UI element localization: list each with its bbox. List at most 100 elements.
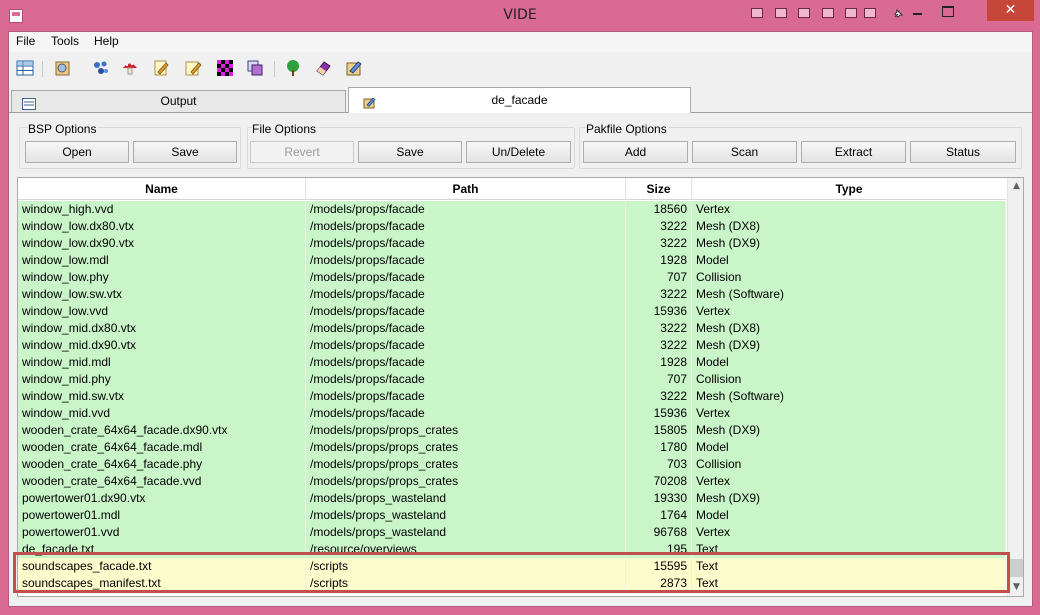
caption-extra-button-2[interactable] — [775, 8, 787, 18]
cell-name: de_facade.txt — [18, 541, 306, 558]
file-options-label: File Options — [252, 122, 319, 136]
file-save-button[interactable]: Save — [358, 141, 462, 163]
table-row[interactable]: soundscapes_manifest.txt/scripts 2873 Text — [18, 575, 1006, 592]
maximize-button[interactable] — [934, 0, 961, 22]
vertical-scrollbar[interactable]: ▲ ▼ — [1007, 178, 1023, 596]
table-row[interactable]: window_low.phy/models/props/facade 707 Col… — [18, 269, 1006, 286]
cell-path: /models/props/facade — [306, 337, 626, 354]
table-row[interactable]: window_low.sw.vtx/models/props/facade 322… — [18, 286, 1006, 303]
table-row[interactable]: wooden_crate_64x64_facade.vvd/models/pro… — [18, 473, 1006, 490]
table-row[interactable]: window_low.dx80.vtx/models/props/facade 3… — [18, 218, 1006, 235]
tab-de-facade-label: de_facade — [491, 93, 548, 107]
table-row[interactable]: window_mid.mdl/models/props/facade 1928 Mo… — [18, 354, 1006, 371]
cell-name: window_mid.dx80.vtx — [18, 320, 306, 337]
table-row[interactable]: powertower01.mdl/models/props_wasteland 1… — [18, 507, 1006, 524]
layers-icon[interactable] — [246, 59, 266, 79]
tab-output[interactable]: Output — [11, 90, 346, 112]
grid-view-icon[interactable] — [16, 59, 36, 79]
eraser-icon[interactable] — [314, 59, 334, 79]
table-row[interactable]: wooden_crate_64x64_facade.dx90.vtx/model… — [18, 422, 1006, 439]
menu-help[interactable]: Help — [94, 34, 119, 48]
table-row[interactable]: window_low.mdl/models/props/facade 1928 Mo… — [18, 252, 1006, 269]
cell-path: /models/props/props_crates — [306, 473, 626, 490]
pak-status-button[interactable]: Status — [910, 141, 1016, 163]
menu-tools[interactable]: Tools — [51, 34, 79, 48]
pak-scan-button[interactable]: Scan — [692, 141, 797, 163]
table-row[interactable]: soundscapes_facade.txt/scripts 15595 Text — [18, 558, 1006, 575]
mushroom-icon[interactable] — [121, 59, 141, 79]
table-row[interactable]: wooden_crate_64x64_facade.phy/models/pro… — [18, 456, 1006, 473]
molecule-icon[interactable] — [92, 59, 112, 79]
cell-size: 3222 — [626, 320, 692, 337]
caption-extra-button-1[interactable] — [751, 8, 763, 18]
cell-name: soundscapes_manifest.txt — [18, 575, 306, 592]
table-row[interactable]: window_mid.vvd/models/props/facade 15936 V… — [18, 405, 1006, 422]
scroll-thumb[interactable] — [1010, 559, 1023, 577]
edit-notepad-2-icon[interactable] — [184, 59, 204, 79]
edit-notepad-icon[interactable] — [152, 59, 172, 79]
column-header-name[interactable]: Name — [18, 178, 306, 200]
cell-name: powertower01.vvd — [18, 524, 306, 541]
cell-size: 96768 — [626, 524, 692, 541]
cell-size: 3222 — [626, 388, 692, 405]
cell-name: window_mid.mdl — [18, 354, 306, 371]
cell-type: Mesh (DX9) — [692, 235, 1006, 252]
table-row[interactable]: window_low.vvd/models/props/facade 15936 V… — [18, 303, 1006, 320]
caption-extra-button-4[interactable] — [822, 8, 834, 18]
table-row[interactable]: window_mid.sw.vtx/models/props/facade 322… — [18, 388, 1006, 405]
pak-add-button[interactable]: Add — [583, 141, 688, 163]
menu-file[interactable]: File — [16, 34, 35, 48]
cell-type: Vertex — [692, 303, 1006, 320]
cell-path: /models/props/facade — [306, 201, 626, 218]
table-row[interactable]: powertower01.dx90.vtx/models/props_waste… — [18, 490, 1006, 507]
window-title: VIDE — [503, 7, 537, 23]
tree-icon[interactable] — [284, 59, 304, 79]
checker-texture-icon[interactable] — [216, 59, 236, 79]
caption-extra-button-5[interactable] — [845, 8, 857, 18]
table-row[interactable]: window_mid.dx80.vtx/models/props/facade 3… — [18, 320, 1006, 337]
pak-extract-button[interactable]: Extract — [801, 141, 906, 163]
cell-size: 1764 — [626, 507, 692, 524]
cell-name: powertower01.dx90.vtx — [18, 490, 306, 507]
column-header-size[interactable]: Size — [626, 178, 692, 200]
cell-type: Mesh (Software) — [692, 286, 1006, 303]
cell-name: window_mid.sw.vtx — [18, 388, 306, 405]
caption-extra-button-3[interactable] — [798, 8, 810, 18]
bsp-save-button[interactable]: Save — [133, 141, 237, 163]
table-row[interactable]: wooden_crate_64x64_facade.mdl/models/pro… — [18, 439, 1006, 456]
table-row[interactable]: window_mid.phy/models/props/facade 707 Col… — [18, 371, 1006, 388]
cell-path: /models/props_wasteland — [306, 490, 626, 507]
table-row[interactable]: window_high.vvd/models/props/facade 18560… — [18, 201, 1006, 218]
bsp-open-button[interactable]: Open — [25, 141, 129, 163]
minimize-button[interactable] — [903, 0, 932, 22]
table-row[interactable]: window_mid.dx90.vtx/models/props/facade 3… — [18, 337, 1006, 354]
caption-extra-button-6[interactable] — [864, 8, 876, 18]
file-table[interactable]: Name Path Size Type window_high.vvd/mode… — [17, 177, 1024, 597]
scroll-down-icon[interactable]: ▼ — [1008, 579, 1023, 596]
open-bsp-icon[interactable] — [53, 59, 73, 79]
column-header-path[interactable]: Path — [306, 178, 626, 200]
tab-de-facade[interactable]: de_facade — [348, 87, 691, 113]
table-row[interactable]: de_facade.txt/resource/overviews 195 Text — [18, 541, 1006, 558]
cell-size: 15805 — [626, 422, 692, 439]
cell-size: 3222 — [626, 337, 692, 354]
cell-path: /models/props/facade — [306, 269, 626, 286]
cell-type: Text — [692, 575, 1006, 592]
pakfile-options-label: Pakfile Options — [586, 122, 669, 136]
cell-type: Text — [692, 541, 1006, 558]
package-icon[interactable] — [345, 59, 365, 79]
table-row[interactable]: powertower01.vvd/models/props_wasteland 9… — [18, 524, 1006, 541]
table-row[interactable]: window_low.dx90.vtx/models/props/facade 3… — [18, 235, 1006, 252]
cell-type: Vertex — [692, 405, 1006, 422]
cell-name: window_low.dx80.vtx — [18, 218, 306, 235]
toolbar — [9, 53, 1032, 85]
scroll-up-icon[interactable]: ▲ — [1008, 178, 1023, 195]
close-button[interactable]: ✕ — [987, 0, 1034, 21]
column-header-type[interactable]: Type — [692, 178, 1006, 200]
cell-name: wooden_crate_64x64_facade.dx90.vtx — [18, 422, 306, 439]
cell-name: wooden_crate_64x64_facade.vvd — [18, 473, 306, 490]
file-undelete-button[interactable]: Un/Delete — [466, 141, 571, 163]
cell-size: 707 — [626, 269, 692, 286]
bsp-options-label: BSP Options — [28, 122, 99, 136]
file-revert-button[interactable]: Revert — [250, 141, 354, 163]
